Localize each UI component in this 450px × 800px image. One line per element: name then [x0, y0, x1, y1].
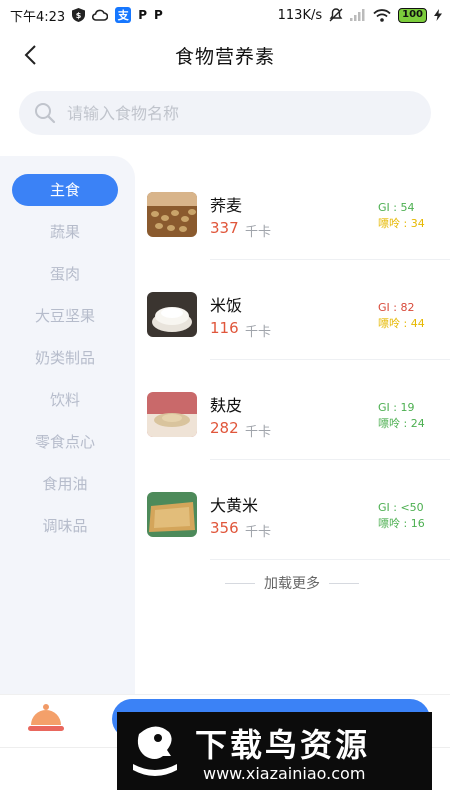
purine-value: 嘌呤 : 34: [378, 217, 425, 230]
category-item-snacks[interactable]: 零食点心: [12, 426, 118, 458]
food-kcal: 337: [210, 219, 239, 237]
millet-image: [147, 492, 197, 537]
battery-indicator: 100: [398, 7, 427, 23]
food-item[interactable]: 米饭 116 千卡 GI : 82 嘌呤 : 44: [145, 260, 450, 360]
bran-image: [147, 392, 197, 437]
load-more-label: 加载更多: [264, 576, 320, 592]
watermark-brand: 下载鸟资源: [195, 726, 371, 764]
parking-icon-2: P: [154, 8, 163, 22]
status-time: 下午4:23: [10, 9, 66, 25]
bird-logo-icon: [125, 720, 185, 782]
shield-icon: $: [72, 8, 86, 22]
food-name: 荞麦: [210, 196, 243, 215]
cloud-icon: [92, 9, 109, 21]
divider: [210, 559, 450, 560]
purine-value: 嘌呤 : 44: [378, 317, 425, 330]
chevron-left-icon: [24, 45, 36, 65]
mute-icon: [329, 8, 343, 22]
food-item[interactable]: 荞麦 337 千卡 GI : 54 嘌呤 : 34: [145, 160, 450, 260]
category-item-fruit-veg[interactable]: 蔬果: [12, 216, 118, 248]
alipay-icon: 支: [115, 7, 132, 23]
gi-info: GI : <50 嘌呤 : 16: [378, 500, 438, 532]
food-unit: 千卡: [245, 225, 272, 240]
gi-info: GI : 54 嘌呤 : 34: [378, 200, 438, 232]
category-item-drinks[interactable]: 饮料: [12, 384, 118, 416]
category-item-soy-nuts[interactable]: 大豆坚果: [12, 300, 118, 332]
signal-icon: [350, 9, 366, 21]
food-kcal: 116: [210, 319, 239, 337]
food-kcal: 356: [210, 519, 239, 537]
food-bowl-icon[interactable]: [26, 703, 66, 737]
purine-value: 嘌呤 : 16: [378, 517, 425, 530]
header: 食物营养素: [0, 30, 450, 80]
parking-icon: P: [138, 8, 147, 22]
app-screen: 下午4:23 $ 支 P P 113K/s 100 食物营养素 请输入食物名称 …: [0, 0, 450, 800]
food-name: 麸皮: [210, 396, 243, 415]
search-icon: [35, 103, 56, 124]
status-left: 下午4:23 $ 支 P P: [10, 6, 163, 25]
gi-info: GI : 19 嘌呤 : 24: [378, 400, 438, 432]
category-item-egg-meat[interactable]: 蛋肉: [12, 258, 118, 290]
food-name: 大黄米: [210, 496, 259, 515]
gi-value: GI : 54: [378, 201, 415, 214]
category-sidebar: 主食 蔬果 蛋肉 大豆坚果 奶类制品 饮料 零食点心 食用油 调味品: [0, 156, 135, 696]
category-item-dairy[interactable]: 奶类制品: [12, 342, 118, 374]
status-bar: 下午4:23 $ 支 P P 113K/s 100: [0, 0, 450, 30]
buckwheat-image: [147, 192, 197, 237]
purine-value: 嘌呤 : 24: [378, 417, 425, 430]
status-right: 113K/s 100: [277, 7, 442, 23]
gi-value: GI : <50: [378, 501, 424, 514]
divider: [225, 582, 255, 584]
food-name: 米饭: [210, 296, 243, 315]
food-item[interactable]: 麸皮 282 千卡 GI : 19 嘌呤 : 24: [145, 360, 450, 460]
search-input[interactable]: [67, 103, 407, 123]
watermark-url: www.xiazainiao.com: [203, 764, 366, 783]
food-item[interactable]: 大黄米 356 千卡 GI : <50 嘌呤 : 16: [145, 460, 450, 560]
food-unit: 千卡: [245, 425, 272, 440]
divider: [329, 582, 359, 584]
back-button[interactable]: [18, 42, 42, 68]
category-item-staple[interactable]: 主食: [12, 174, 118, 206]
gi-value: GI : 82: [378, 301, 415, 314]
category-item-seasoning[interactable]: 调味品: [12, 510, 118, 542]
category-item-oil[interactable]: 食用油: [12, 468, 118, 500]
charging-icon: [434, 9, 442, 21]
gi-info: GI : 82 嘌呤 : 44: [378, 300, 438, 332]
wifi-icon: [373, 8, 391, 22]
gi-value: GI : 19: [378, 401, 415, 414]
food-kcal: 282: [210, 419, 239, 437]
search-bar[interactable]: [19, 91, 431, 135]
rice-image: [147, 292, 197, 337]
load-more[interactable]: 加载更多: [222, 572, 362, 594]
svg-text:$: $: [76, 11, 82, 20]
food-unit: 千卡: [245, 525, 272, 540]
network-speed: 113K/s: [277, 7, 323, 23]
page-title: 食物营养素: [174, 45, 275, 68]
watermark: 下载鸟资源 www.xiazainiao.com: [117, 712, 432, 790]
food-unit: 千卡: [245, 325, 272, 340]
